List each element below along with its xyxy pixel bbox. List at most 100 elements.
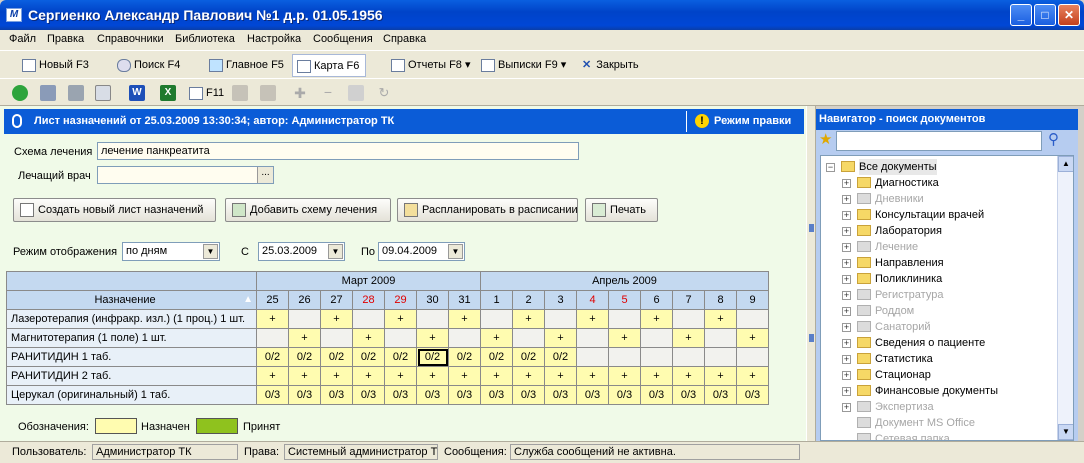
- schedule-cell[interactable]: 0/2: [512, 347, 545, 367]
- schedule-cell[interactable]: [288, 309, 321, 329]
- word-icon[interactable]: W: [129, 85, 145, 101]
- schedule-cell[interactable]: +: [736, 328, 769, 348]
- day-header[interactable]: 2: [512, 290, 545, 310]
- expand-icon[interactable]: +: [842, 291, 851, 300]
- schedule-cell[interactable]: +: [352, 328, 385, 348]
- day-header[interactable]: 5: [608, 290, 641, 310]
- tree-item[interactable]: + Финансовые документы: [823, 383, 1053, 399]
- schedule-cell[interactable]: 0/3: [576, 385, 609, 405]
- search-icon[interactable]: ⚲: [1048, 131, 1068, 151]
- expand-icon[interactable]: +: [842, 179, 851, 188]
- new-button[interactable]: Новый F3: [18, 54, 95, 77]
- schedule-cell[interactable]: [672, 347, 705, 367]
- schedule-cell[interactable]: [576, 347, 609, 367]
- close-window-button[interactable]: ✕: [1058, 4, 1080, 26]
- schedule-cell[interactable]: 0/3: [672, 385, 705, 405]
- schedule-cell[interactable]: +: [480, 366, 513, 386]
- schedule-cell[interactable]: 0/3: [512, 385, 545, 405]
- schedule-cell[interactable]: +: [512, 309, 545, 329]
- schedule-cell[interactable]: [512, 328, 545, 348]
- schedule-cell[interactable]: [320, 328, 353, 348]
- expand-icon[interactable]: +: [842, 243, 851, 252]
- reports-dropdown[interactable]: Отчеты F8 ▾: [387, 54, 477, 77]
- schedule-cell[interactable]: +: [384, 309, 417, 329]
- menu-library[interactable]: Библиотека: [175, 33, 235, 45]
- menu-settings[interactable]: Настройка: [247, 33, 301, 45]
- schedule-cell[interactable]: [736, 347, 769, 367]
- schedule-cell[interactable]: +: [288, 328, 321, 348]
- expand-icon[interactable]: +: [842, 227, 851, 236]
- expand-icon[interactable]: +: [842, 403, 851, 412]
- tree-scrollbar[interactable]: ▲ ▼: [1057, 156, 1073, 440]
- schedule-cell[interactable]: 0/2: [352, 347, 385, 367]
- tree-item[interactable]: + Статистика: [823, 351, 1053, 367]
- prescription-name[interactable]: РАНИТИДИН 2 таб.: [6, 366, 257, 386]
- schedule-cell[interactable]: [640, 347, 673, 367]
- doctor-field[interactable]: [97, 166, 274, 184]
- day-header[interactable]: 9: [736, 290, 769, 310]
- day-header[interactable]: 3: [544, 290, 577, 310]
- schedule-cell[interactable]: +: [320, 309, 353, 329]
- tree-item[interactable]: + Роддом: [823, 303, 1053, 319]
- schedule-cell[interactable]: 0/3: [608, 385, 641, 405]
- expand-icon[interactable]: +: [842, 387, 851, 396]
- scroll-down-icon[interactable]: ▼: [1058, 424, 1073, 440]
- schedule-cell[interactable]: 0/3: [544, 385, 577, 405]
- tree-item[interactable]: + Поликлиника: [823, 271, 1053, 287]
- schedule-cell[interactable]: [448, 328, 481, 348]
- schedule-cell[interactable]: +: [544, 328, 577, 348]
- menu-file[interactable]: Файл: [9, 33, 36, 45]
- add-scheme-button[interactable]: Добавить схему лечения: [225, 198, 391, 222]
- prescription-name[interactable]: РАНИТИДИН 1 таб.: [6, 347, 257, 367]
- day-header[interactable]: 31: [448, 290, 481, 310]
- print-button[interactable]: Печать: [585, 198, 658, 222]
- schedule-cell[interactable]: 0/2: [384, 347, 417, 367]
- tree-item[interactable]: + Экспертиза: [823, 399, 1053, 415]
- schedule-cell[interactable]: +: [448, 309, 481, 329]
- prescription-name[interactable]: Церукал (оригинальный) 1 таб.: [6, 385, 257, 405]
- day-header[interactable]: 7: [672, 290, 705, 310]
- f11-button[interactable]: F11: [189, 85, 224, 101]
- expand-icon[interactable]: +: [842, 259, 851, 268]
- expand-icon[interactable]: +: [842, 195, 851, 204]
- schedule-cell[interactable]: 0/2: [448, 347, 481, 367]
- scroll-up-icon[interactable]: ▲: [1058, 156, 1073, 172]
- expand-icon[interactable]: +: [842, 307, 851, 316]
- refresh-icon[interactable]: ↻: [376, 85, 392, 101]
- add-icon[interactable]: ✚: [292, 85, 308, 101]
- scheme-field[interactable]: лечение панкреатита: [97, 142, 579, 160]
- schedule-button[interactable]: Распланировать в расписании: [397, 198, 578, 222]
- to-date-picker[interactable]: 09.04.2009 ▼: [378, 242, 465, 261]
- home-button[interactable]: Главное F5: [205, 54, 290, 77]
- schedule-cell[interactable]: +: [352, 366, 385, 386]
- schedule-cell[interactable]: +: [576, 366, 609, 386]
- schedule-cell[interactable]: +: [544, 366, 577, 386]
- collapse-icon[interactable]: −: [826, 163, 835, 172]
- schedule-cell[interactable]: [608, 347, 641, 367]
- tree-item[interactable]: Сетевая папка: [823, 431, 1053, 440]
- schedule-cell[interactable]: +: [704, 366, 737, 386]
- doctor-picker-button[interactable]: ...: [257, 167, 273, 183]
- new-sheet-button[interactable]: Создать новый лист назначений: [13, 198, 216, 222]
- menu-references[interactable]: Справочники: [97, 33, 164, 45]
- back-icon[interactable]: [12, 85, 28, 101]
- schedule-cell[interactable]: +: [256, 366, 289, 386]
- expand-icon[interactable]: +: [842, 355, 851, 364]
- minimize-button[interactable]: _: [1010, 4, 1032, 26]
- schedule-cell[interactable]: +: [416, 328, 449, 348]
- day-header[interactable]: 28: [352, 290, 385, 310]
- schedule-cell[interactable]: +: [608, 366, 641, 386]
- day-header[interactable]: 29: [384, 290, 417, 310]
- schedule-cell[interactable]: +: [640, 366, 673, 386]
- schedule-cell[interactable]: 0/3: [288, 385, 321, 405]
- expand-icon[interactable]: +: [842, 339, 851, 348]
- schedule-cell[interactable]: +: [704, 309, 737, 329]
- menu-edit[interactable]: Правка: [47, 33, 84, 45]
- tree-item[interactable]: + Стационар: [823, 367, 1053, 383]
- schedule-cell[interactable]: [352, 309, 385, 329]
- tree-item[interactable]: + Направления: [823, 255, 1053, 271]
- tree-root-all-documents[interactable]: − Все документы: [823, 159, 1053, 175]
- expand-icon[interactable]: +: [842, 275, 851, 284]
- schedule-cell[interactable]: [544, 309, 577, 329]
- schedule-cell[interactable]: +: [288, 366, 321, 386]
